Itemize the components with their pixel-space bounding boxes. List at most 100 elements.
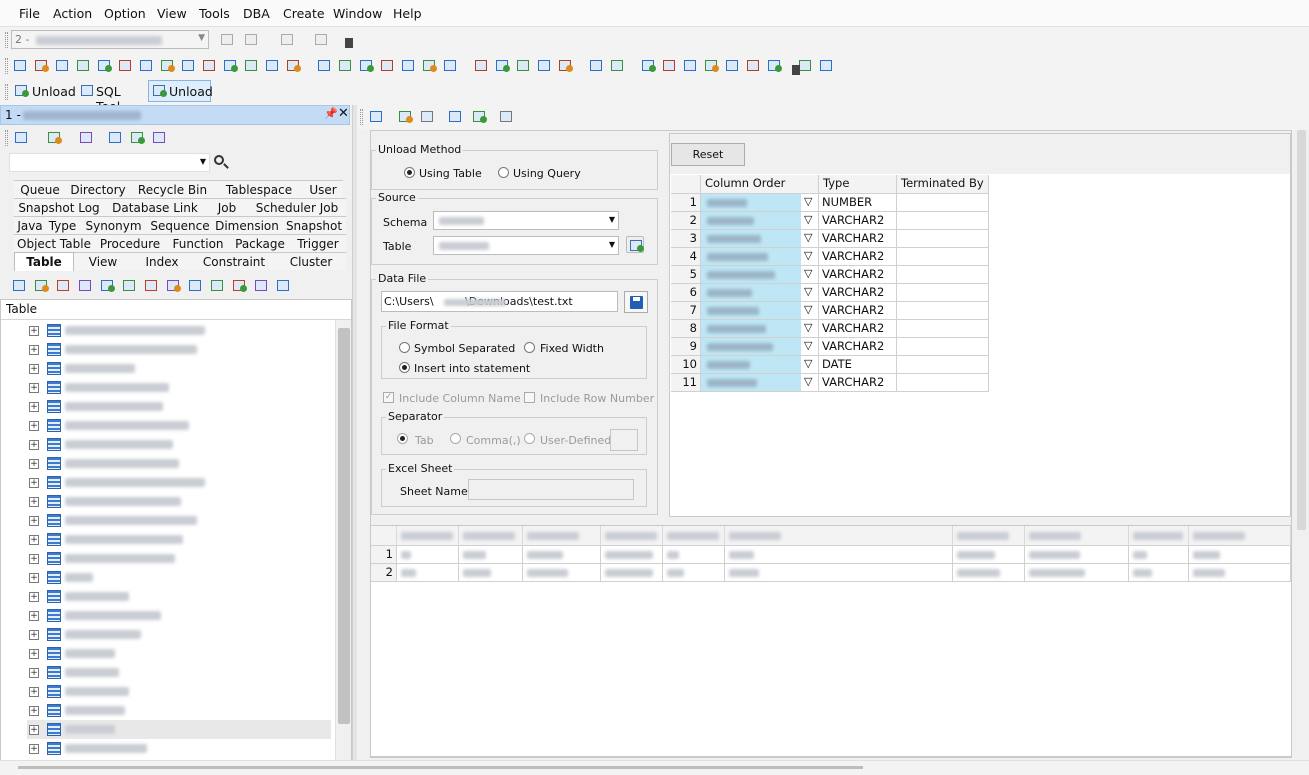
connection-select[interactable]: 2 - ▼ [11, 30, 209, 49]
insert-into-radio[interactable] [399, 362, 410, 373]
column-header[interactable]: Column Order [701, 175, 819, 194]
preview-cell[interactable] [601, 564, 663, 582]
tree-icon-8[interactable] [164, 277, 182, 294]
sort-toggle-icon[interactable]: ▽ [804, 303, 812, 316]
disconnect-icon[interactable] [242, 31, 260, 48]
preview-header[interactable] [1129, 526, 1189, 546]
tree-item[interactable]: + [27, 378, 331, 397]
preview-header[interactable] [1189, 526, 1291, 546]
terminated-by-cell[interactable] [897, 212, 989, 230]
toolbar-icon-11[interactable] [221, 57, 239, 74]
tab-trigger[interactable]: Trigger [290, 234, 346, 252]
toolbar-icon-32[interactable] [702, 57, 720, 74]
preview-cell[interactable] [523, 564, 601, 582]
toolbar-icon-24[interactable] [514, 57, 532, 74]
terminated-by-cell[interactable] [897, 248, 989, 266]
expand-icon[interactable]: + [29, 744, 39, 754]
toolbar-icon-13[interactable] [263, 57, 281, 74]
expand-icon[interactable]: + [29, 459, 39, 469]
preview-cell[interactable] [397, 564, 459, 582]
preview-cell[interactable] [725, 564, 953, 582]
user-defined-input[interactable] [610, 429, 638, 451]
close-icon[interactable]: ✕ [338, 106, 349, 121]
unload-icon-4[interactable] [446, 108, 464, 125]
column-order-cell[interactable]: ▽ [701, 356, 819, 374]
sort-toggle-icon[interactable]: ▽ [804, 195, 812, 208]
preview-header[interactable] [663, 526, 725, 546]
preview-header[interactable] [953, 526, 1025, 546]
expand-icon[interactable]: + [29, 535, 39, 545]
column-order-cell[interactable]: ▽ [701, 194, 819, 212]
toolbar-icon-1[interactable] [11, 57, 29, 74]
tree-item[interactable]: + [27, 606, 331, 625]
preview-header[interactable] [397, 526, 459, 546]
column-order-cell[interactable]: ▽ [701, 248, 819, 266]
menu-dba[interactable]: DBA [243, 6, 270, 21]
tree-icon-11[interactable] [230, 277, 248, 294]
toolbar-icon-27[interactable] [587, 57, 605, 74]
column-order-cell[interactable]: ▽ [701, 266, 819, 284]
sort-toggle-icon[interactable]: ▽ [804, 375, 812, 388]
file-path-input[interactable]: C:\Users\ \Downloads\test.txt [381, 291, 618, 312]
user-defined-radio[interactable] [524, 433, 535, 444]
table-refresh-icon[interactable] [626, 236, 644, 253]
tab-job[interactable]: Job [206, 198, 248, 216]
toolbar-icon-19[interactable] [399, 57, 417, 74]
toolbar-icon-8[interactable] [158, 57, 176, 74]
tree-icon-6[interactable] [120, 277, 138, 294]
reset-button[interactable]: Reset [671, 143, 745, 166]
toolbar-icon-28[interactable] [608, 57, 626, 74]
expand-icon[interactable]: + [29, 345, 39, 355]
tree-icon-3[interactable] [54, 277, 72, 294]
tree-item[interactable]: + [27, 701, 331, 720]
column-order-cell[interactable]: ▽ [701, 320, 819, 338]
column-order-cell[interactable]: ▽ [701, 338, 819, 356]
tab-snapshot[interactable]: Snapshot [282, 216, 346, 234]
toolbar-icon-5[interactable] [95, 57, 113, 74]
preview-cell[interactable] [1189, 564, 1291, 582]
toolbar-icon-21[interactable] [441, 57, 459, 74]
tab-tablespace[interactable]: Tablespace [215, 180, 303, 198]
preview-header[interactable] [459, 526, 523, 546]
tree-icon-9[interactable] [186, 277, 204, 294]
tree-item[interactable]: + [27, 511, 331, 530]
terminated-by-cell[interactable] [897, 320, 989, 338]
toolbar-icon-31[interactable] [681, 57, 699, 74]
toolbar-icon-26[interactable] [556, 57, 574, 74]
tab-radio[interactable] [397, 433, 408, 444]
tab-dimension[interactable]: Dimension [212, 216, 282, 234]
column-order-cell[interactable]: ▽ [701, 212, 819, 230]
tree-item[interactable]: + [27, 340, 331, 359]
tab-function[interactable]: Function [166, 234, 230, 252]
expand-icon[interactable]: + [29, 649, 39, 659]
browser-icon-6[interactable] [150, 129, 168, 146]
terminated-by-cell[interactable] [897, 194, 989, 212]
tree-icon-4[interactable] [76, 277, 94, 294]
symbol-separated-radio[interactable] [399, 342, 410, 353]
sort-toggle-icon[interactable]: ▽ [804, 231, 812, 244]
terminated-by-cell[interactable] [897, 266, 989, 284]
column-header[interactable]: Type [819, 175, 897, 194]
preview-header[interactable] [1025, 526, 1129, 546]
preview-cell[interactable] [725, 546, 953, 564]
tab-object-table[interactable]: Object Table [14, 234, 94, 252]
workspace-scrollbar[interactable] [1294, 130, 1309, 530]
tree-item[interactable]: + [27, 530, 331, 549]
tree-icon-12[interactable] [252, 277, 270, 294]
browser-icon-5[interactable] [128, 129, 146, 146]
tab-cluster[interactable]: Cluster [276, 252, 346, 270]
toolbar-icon-20[interactable] [420, 57, 438, 74]
expand-icon[interactable]: + [29, 687, 39, 697]
tree-item[interactable]: + [27, 435, 331, 454]
toolbar-icon-15[interactable] [315, 57, 333, 74]
toolbar-icon-29[interactable] [639, 57, 657, 74]
tab-sequence[interactable]: Sequence [148, 216, 212, 234]
toolbar-icon-37[interactable] [817, 57, 835, 74]
tab-user[interactable]: User [303, 180, 343, 198]
menu-help[interactable]: Help [393, 6, 422, 21]
expand-icon[interactable]: + [29, 611, 39, 621]
toolbar-icon-7[interactable] [137, 57, 155, 74]
menu-option[interactable]: Option [104, 6, 146, 21]
toolbar-overflow-icon[interactable] [792, 65, 800, 75]
preview-header[interactable] [725, 526, 953, 546]
